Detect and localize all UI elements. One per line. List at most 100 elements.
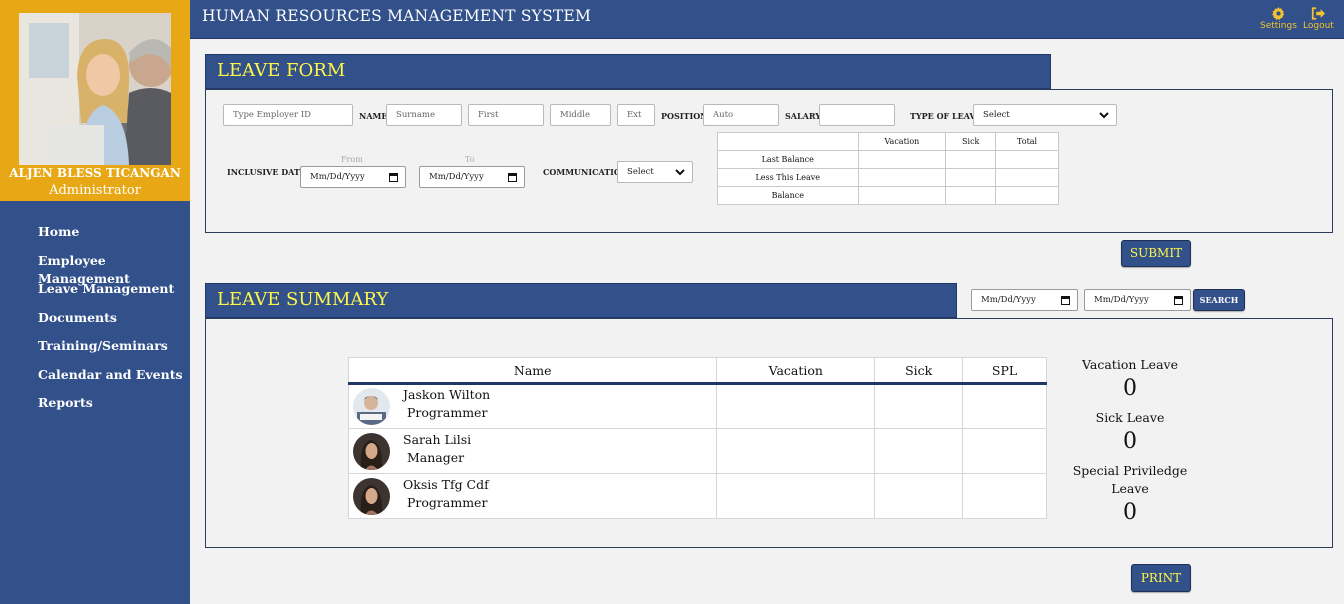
balance-cell[interactable]: [857, 168, 947, 187]
chevron-down-icon: [675, 169, 685, 176]
logout-button[interactable]: Logout: [1303, 7, 1334, 31]
type-of-leave-select[interactable]: Select: [973, 104, 1117, 126]
gear-icon: [1260, 7, 1297, 21]
sidebar: ALJEN BLESS TICANGAN Administrator Home …: [0, 0, 190, 604]
column-header-spl[interactable]: SPL: [962, 357, 1047, 385]
sidebar-item-calendar-events[interactable]: Calendar and Events: [38, 366, 190, 395]
leave-form-header: LEAVE FORM: [205, 54, 1051, 89]
employee-title: Programmer: [407, 494, 488, 510]
logout-label: Logout: [1303, 21, 1334, 31]
sidebar-item-documents[interactable]: Documents: [38, 309, 190, 338]
special-privilege-label-line2: Leave: [1111, 481, 1149, 496]
chevron-down-icon: [1099, 112, 1109, 119]
calendar-icon: [1061, 296, 1070, 305]
sidebar-nav: Home Employee Management Leave Managemen…: [38, 223, 190, 423]
balance-cell[interactable]: [945, 168, 997, 187]
balance-cell[interactable]: [945, 150, 997, 169]
employee-title: Programmer: [407, 405, 488, 420]
communication-label: COMMUNICATION: [543, 167, 629, 177]
surname-input[interactable]: Surname: [386, 104, 462, 126]
balance-cell[interactable]: [857, 186, 947, 205]
employee-name: Jaskon Wilton: [403, 387, 491, 402]
column-header-sick[interactable]: Sick: [874, 357, 964, 385]
column-header-name[interactable]: Name: [347, 357, 718, 385]
ext-input[interactable]: Ext: [617, 104, 655, 126]
to-date-value: Mm/Dd/Yyyy: [429, 172, 484, 182]
sidebar-item-employee-management[interactable]: Employee Management: [38, 252, 190, 286]
balance-header-total: Total: [995, 132, 1059, 151]
salary-input[interactable]: [819, 104, 895, 126]
salary-label: SALARY: [785, 111, 821, 121]
from-date-input[interactable]: Mm/Dd/Yyyy: [300, 166, 406, 188]
profile-card: ALJEN BLESS TICANGAN Administrator: [0, 0, 190, 201]
settings-button[interactable]: Settings: [1260, 7, 1297, 31]
balance-header-sick: Sick: [945, 132, 997, 151]
leave-summary-title: LEAVE SUMMARY: [217, 289, 389, 310]
first-name-input[interactable]: First: [468, 104, 544, 126]
search-button[interactable]: SEARCH: [1193, 289, 1245, 311]
spl-cell: [962, 473, 1047, 519]
profile-name: ALJEN BLESS TICANGAN: [9, 166, 181, 180]
avatar: [353, 432, 390, 470]
sidebar-item-leave-management[interactable]: Leave Management: [38, 280, 190, 309]
table-row[interactable]: Oksis Tfg Cdf Programmer: [347, 473, 1047, 519]
vacation-cell: [716, 473, 876, 519]
name-label: NAME: [359, 111, 388, 121]
calendar-icon: [508, 173, 517, 182]
vacation-leave-value: 0: [1123, 376, 1137, 401]
leave-balance-table: Vacation Sick Total Last Balance Less Th…: [717, 132, 1059, 205]
balance-header-blank: [717, 132, 859, 151]
balance-cell[interactable]: [945, 186, 997, 205]
top-bar: HUMAN RESOURCES MANAGEMENT SYSTEM Settin…: [190, 0, 1344, 39]
settings-label: Settings: [1260, 21, 1297, 31]
sidebar-item-reports[interactable]: Reports: [38, 394, 190, 423]
leave-form-panel: Type Employer ID NAME Surname First Midd…: [205, 89, 1333, 233]
to-label: To: [465, 155, 475, 164]
employee-title: Manager: [407, 449, 465, 465]
from-date-value: Mm/Dd/Yyyy: [310, 172, 365, 182]
type-of-leave-value: Select: [983, 110, 1010, 120]
calendar-icon: [389, 173, 398, 182]
balance-row-label: Balance: [717, 186, 859, 205]
profile-photo: [19, 13, 171, 165]
middle-name-input[interactable]: Middle: [550, 104, 611, 126]
summary-to-date-input[interactable]: Mm/Dd/Yyyy: [1084, 289, 1191, 311]
from-label: From: [341, 155, 363, 164]
communication-select[interactable]: Select: [617, 161, 693, 183]
to-date-input[interactable]: Mm/Dd/Yyyy: [419, 166, 525, 188]
sidebar-item-training-seminars[interactable]: Training/Seminars: [38, 337, 190, 366]
position-input[interactable]: Auto: [703, 104, 779, 126]
vacation-cell: [716, 428, 876, 474]
submit-button[interactable]: SUBMIT: [1121, 240, 1191, 267]
profile-role: Administrator: [49, 183, 141, 198]
sick-leave-label: Sick Leave: [1095, 410, 1165, 425]
position-label: POSITION: [661, 111, 708, 121]
balance-row-label: Less This Leave: [717, 168, 859, 187]
sick-cell: [874, 473, 964, 519]
column-header-vacation[interactable]: Vacation: [716, 357, 876, 385]
summary-from-date-value: Mm/Dd/Yyyy: [981, 295, 1036, 305]
logout-icon: [1303, 7, 1334, 21]
sick-leave-value: 0: [1123, 429, 1137, 454]
balance-row-label: Last Balance: [717, 150, 859, 169]
leave-summary-panel: Name Vacation Sick SPL Jaskon Wilton Pro…: [205, 318, 1333, 548]
vacation-cell: [716, 383, 876, 429]
avatar: [353, 388, 390, 425]
balance-cell[interactable]: [857, 150, 947, 169]
spl-cell: [962, 428, 1047, 474]
print-button[interactable]: PRINT: [1131, 564, 1191, 592]
balance-cell[interactable]: [995, 168, 1059, 187]
table-row[interactable]: Sarah Lilsi Manager: [347, 428, 1047, 474]
summary-from-date-input[interactable]: Mm/Dd/Yyyy: [971, 289, 1078, 311]
spl-cell: [962, 383, 1047, 429]
vacation-leave-label: Vacation Leave: [1082, 357, 1178, 372]
avatar: [353, 477, 390, 515]
leave-summary-table: Name Vacation Sick SPL Jaskon Wilton Pro…: [347, 357, 1047, 519]
communication-value: Select: [627, 167, 654, 177]
employer-id-input[interactable]: Type Employer ID: [223, 104, 353, 126]
balance-cell[interactable]: [995, 150, 1059, 169]
balance-cell[interactable]: [995, 186, 1059, 205]
sick-cell: [874, 383, 964, 429]
sidebar-item-home[interactable]: Home: [38, 223, 190, 252]
table-row[interactable]: Jaskon Wilton Programmer: [347, 383, 1047, 429]
